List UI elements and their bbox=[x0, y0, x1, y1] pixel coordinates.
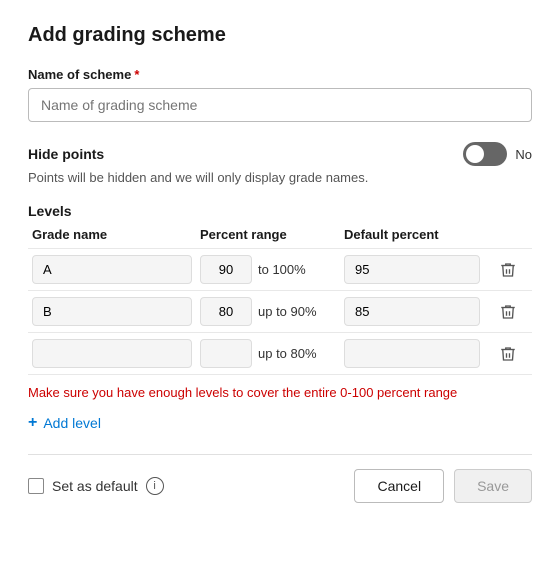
range-from-input-2[interactable] bbox=[200, 297, 252, 326]
levels-header: Grade name Percent range Default percent bbox=[28, 227, 532, 242]
name-of-scheme-label: Name of scheme* bbox=[28, 67, 532, 82]
col-grade-name: Grade name bbox=[32, 227, 192, 242]
hide-points-label: Hide points bbox=[28, 146, 104, 162]
page-title: Add grading scheme bbox=[28, 24, 532, 47]
plus-icon: + bbox=[28, 414, 37, 432]
hide-points-toggle-area: No bbox=[463, 142, 532, 166]
range-from-input-1[interactable] bbox=[200, 255, 252, 284]
level-row: up to 80% bbox=[28, 332, 532, 375]
set-as-default-label: Set as default bbox=[52, 478, 138, 494]
error-message: Make sure you have enough levels to cove… bbox=[28, 385, 532, 400]
delete-level-button-2[interactable] bbox=[488, 299, 528, 325]
add-level-button[interactable]: + Add level bbox=[28, 406, 101, 440]
cancel-button[interactable]: Cancel bbox=[354, 469, 444, 503]
scheme-name-input[interactable] bbox=[28, 88, 532, 122]
col-actions bbox=[488, 227, 528, 242]
add-level-label: Add level bbox=[43, 415, 101, 431]
range-to-text-2: up to 90% bbox=[258, 304, 317, 319]
name-of-scheme-field: Name of scheme* bbox=[28, 67, 532, 122]
footer-row: Set as default i Cancel Save bbox=[28, 469, 532, 503]
grade-name-input-2[interactable] bbox=[32, 297, 192, 326]
delete-level-button-3[interactable] bbox=[488, 341, 528, 367]
range-to-text-3: up to 80% bbox=[258, 346, 317, 361]
footer-divider bbox=[28, 454, 532, 455]
save-button[interactable]: Save bbox=[454, 469, 532, 503]
range-from-input-3[interactable] bbox=[200, 339, 252, 368]
percent-range-cell-1: to 100% bbox=[200, 255, 336, 284]
default-percent-input-2[interactable] bbox=[344, 297, 480, 326]
col-default-percent: Default percent bbox=[344, 227, 480, 242]
levels-section-title: Levels bbox=[28, 203, 532, 219]
footer-left: Set as default i bbox=[28, 477, 164, 495]
set-as-default-checkbox[interactable] bbox=[28, 478, 44, 494]
toggle-knob bbox=[466, 145, 484, 163]
range-to-text-1: to 100% bbox=[258, 262, 306, 277]
footer-right: Cancel Save bbox=[354, 469, 532, 503]
percent-range-cell-2: up to 90% bbox=[200, 297, 336, 326]
default-percent-input-1[interactable] bbox=[344, 255, 480, 284]
hide-points-description: Points will be hidden and we will only d… bbox=[28, 170, 532, 185]
grade-name-input-1[interactable] bbox=[32, 255, 192, 284]
grade-name-input-3[interactable] bbox=[32, 339, 192, 368]
hide-points-status: No bbox=[515, 147, 532, 162]
col-percent-range: Percent range bbox=[200, 227, 336, 242]
info-icon[interactable]: i bbox=[146, 477, 164, 495]
level-row: to 100% bbox=[28, 248, 532, 290]
percent-range-cell-3: up to 80% bbox=[200, 339, 336, 368]
default-percent-input-3[interactable] bbox=[344, 339, 480, 368]
hide-points-row: Hide points No bbox=[28, 142, 532, 166]
delete-level-button-1[interactable] bbox=[488, 257, 528, 283]
level-row: up to 90% bbox=[28, 290, 532, 332]
levels-section: Levels Grade name Percent range Default … bbox=[28, 203, 532, 375]
required-indicator: * bbox=[134, 67, 139, 82]
hide-points-toggle[interactable] bbox=[463, 142, 507, 166]
